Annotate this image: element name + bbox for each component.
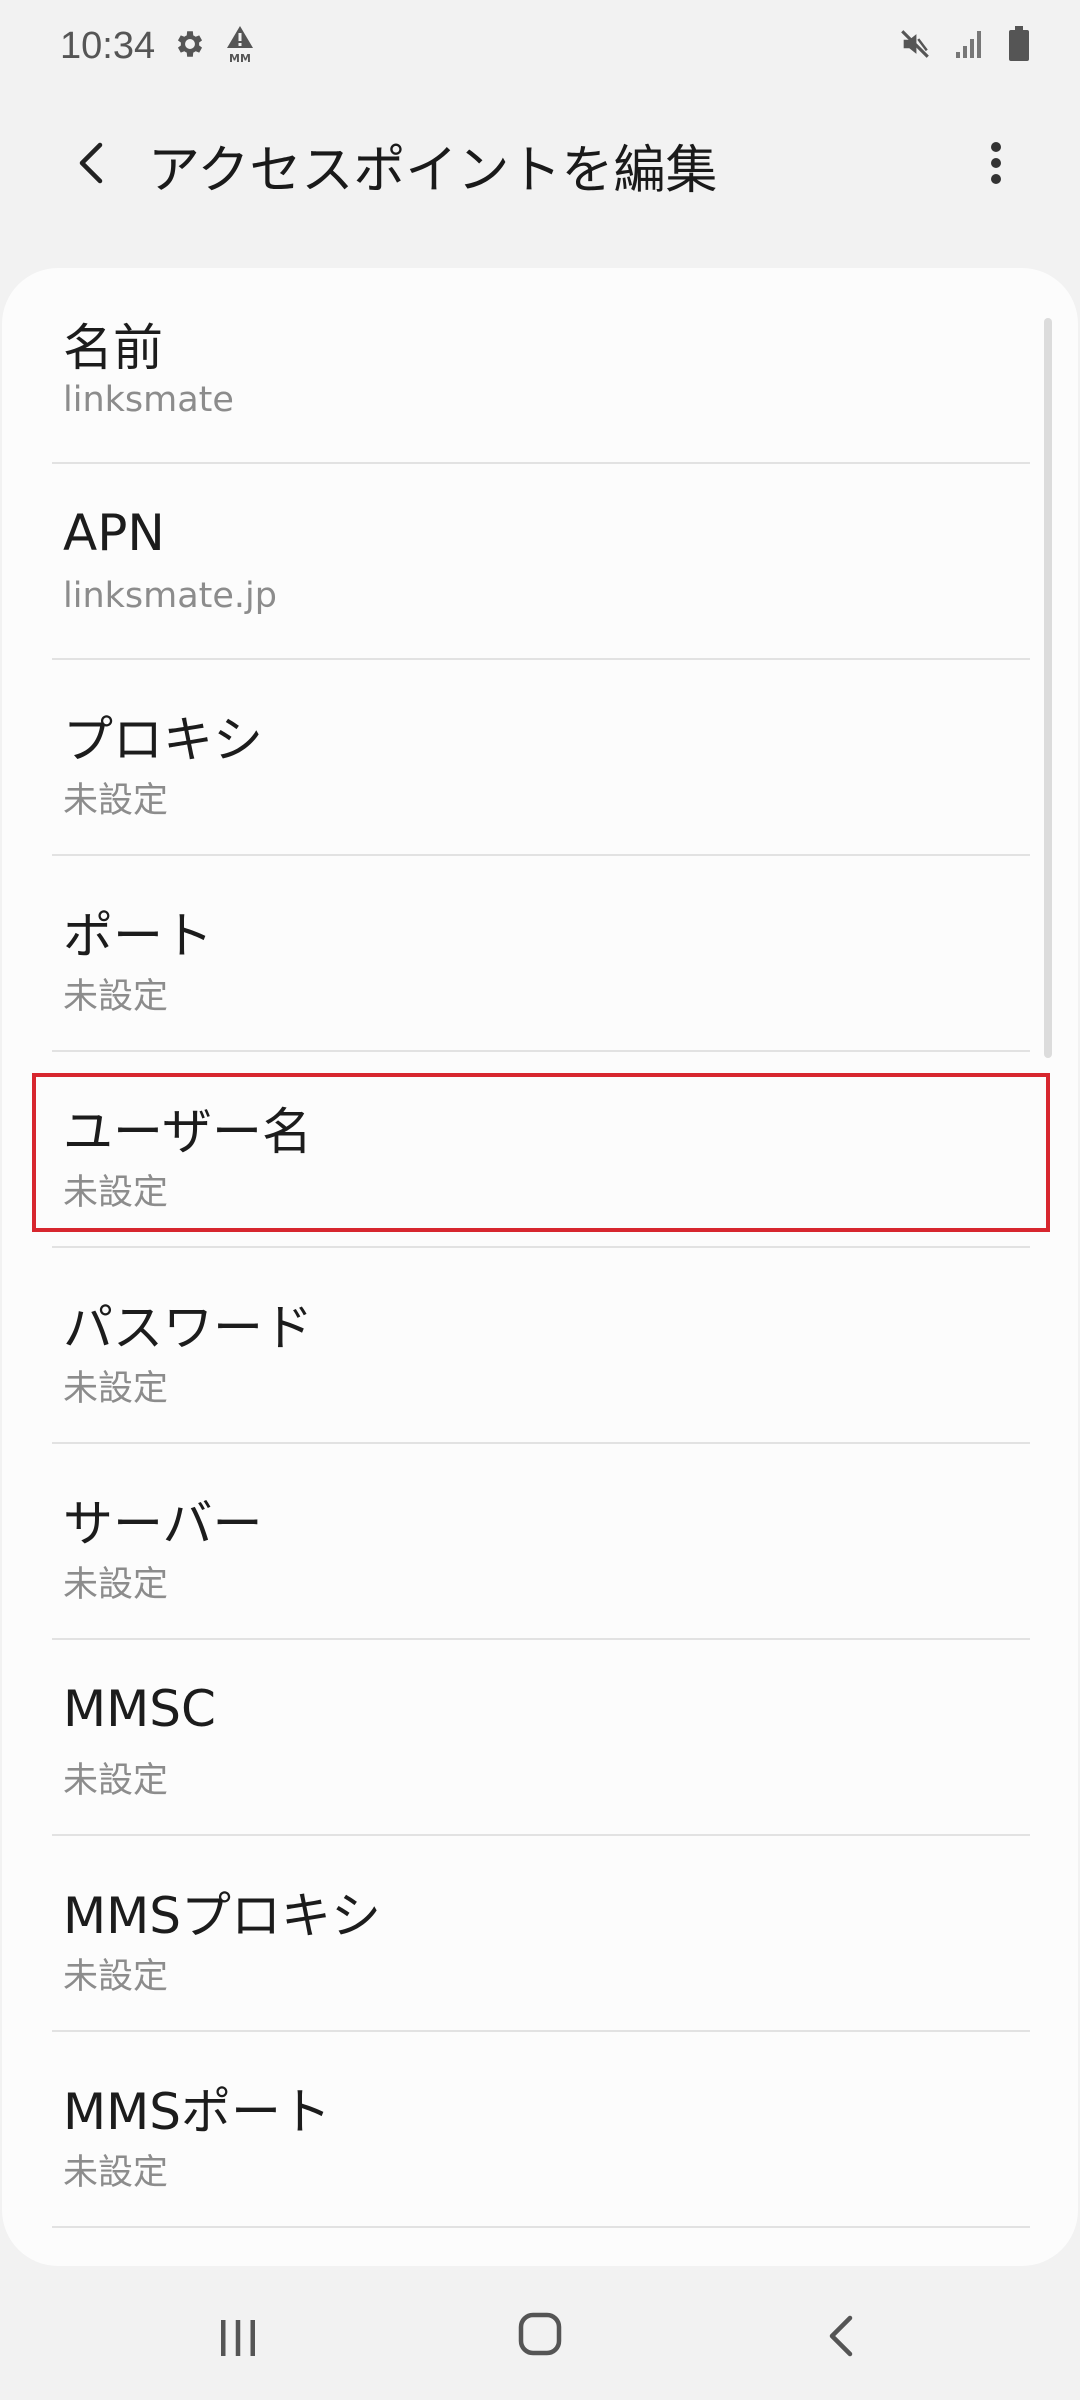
item-title: 名前 [63,319,163,377]
item-title: ポート [63,907,213,965]
item-value: 未設定 [63,1565,169,1605]
list-item-server[interactable]: サーバー 未設定 [2,1444,1078,1640]
item-value: 未設定 [63,1957,169,1997]
more-options-button[interactable] [966,130,1026,200]
item-title: MMSポート [63,2083,332,2141]
gear-icon [173,27,207,65]
status-right-icons [898,26,1030,66]
list-item-proxy[interactable]: プロキシ 未設定 [2,660,1078,856]
item-value: linksmate [63,380,234,420]
item-title: APN [63,504,165,562]
app-bar: アクセスポイントを編集 [0,100,1080,230]
svg-text:MM: MM [229,52,251,64]
home-button[interactable] [508,2304,572,2368]
item-title: MMSC [63,1680,216,1738]
chevron-left-icon [72,139,112,191]
item-value: 未設定 [63,2153,169,2193]
nav-back-button[interactable] [810,2306,874,2370]
item-value: linksmate.jp [63,576,277,616]
list-item-password[interactable]: パスワード 未設定 [2,1248,1078,1444]
item-title: MMSプロキシ [63,1887,382,1945]
item-value: 未設定 [63,1761,169,1801]
item-title: プロキシ [63,711,263,769]
item-title: パスワード [63,1299,313,1357]
recents-button[interactable] [206,2310,270,2370]
page-title: アクセスポイントを編集 [148,141,718,201]
recents-icon [216,2316,260,2364]
status-left-icons: MM [173,24,257,68]
back-icon [824,2312,860,2364]
divider [52,2226,1030,2228]
status-bar: 10:34 MM [0,0,1080,92]
scrollbar[interactable] [1044,318,1052,1058]
list-item-name[interactable]: 名前 linksmate [2,268,1078,464]
item-value: 未設定 [63,781,169,821]
list-item-mms-proxy[interactable]: MMSプロキシ 未設定 [2,1836,1078,2032]
back-button[interactable] [60,133,124,197]
apn-settings-card: 名前 linksmate APN linksmate.jp プロキシ 未設定 ポ… [2,268,1078,2266]
home-icon [517,2311,563,2361]
status-time: 10:34 [60,24,156,67]
list-item-mmsc[interactable]: MMSC 未設定 [2,1640,1078,1836]
navigation-bar [0,2270,1080,2400]
more-vert-icon [988,140,1004,190]
item-title: ユーザー名 [63,1103,312,1161]
item-value: 未設定 [63,977,169,1017]
item-value: 未設定 [63,1369,169,1409]
mute-icon [898,27,932,65]
list-item-mms-port[interactable]: MMSポート 未設定 [2,2032,1078,2228]
apn-settings-list: 名前 linksmate APN linksmate.jp プロキシ 未設定 ポ… [2,268,1078,2228]
item-value: 未設定 [63,1173,169,1213]
battery-icon [1008,26,1030,66]
signal-icon [954,28,986,64]
item-title: サーバー [63,1495,263,1553]
mm-alert-icon: MM [223,24,257,68]
list-item-port[interactable]: ポート 未設定 [2,856,1078,1052]
list-item-apn[interactable]: APN linksmate.jp [2,464,1078,660]
list-item-username[interactable]: ユーザー名 未設定 [2,1052,1078,1248]
